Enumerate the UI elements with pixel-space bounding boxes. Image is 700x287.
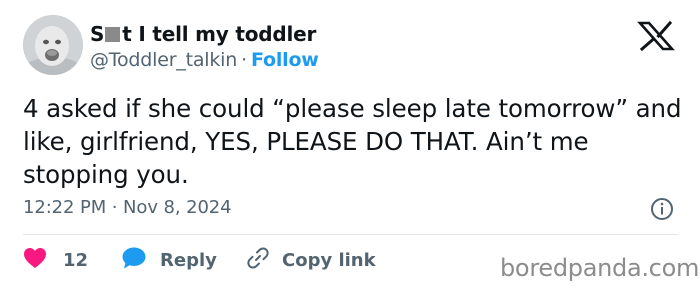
separator-dot: · <box>241 49 247 71</box>
divider <box>23 234 678 235</box>
author-name-prefix: S <box>90 22 105 46</box>
follow-button[interactable]: Follow <box>251 49 319 71</box>
info-icon[interactable] <box>650 197 674 221</box>
x-logo-icon[interactable] <box>636 20 676 52</box>
heart-icon <box>23 247 47 273</box>
copy-link-label: Copy link <box>282 249 376 271</box>
handle-row: @Toddler_talkin · Follow <box>90 49 319 71</box>
link-icon <box>246 246 270 274</box>
like-count: 12 <box>63 249 89 271</box>
reply-label: Reply <box>160 249 217 271</box>
watermark: boredpanda.com <box>500 254 700 282</box>
reply-bubble-icon <box>121 246 147 274</box>
author-name-suffix: t I tell my toddler <box>122 22 317 46</box>
author-name[interactable]: St I tell my toddler <box>90 22 316 46</box>
tweet-text: 4 asked if she could “please sleep late … <box>23 94 682 189</box>
author-handle[interactable]: @Toddler_talkin <box>90 49 237 71</box>
reply-button[interactable]: Reply <box>121 246 217 274</box>
censor-block <box>105 27 121 42</box>
tweet-timestamp[interactable]: 12:22 PM · Nov 8, 2024 <box>23 197 232 218</box>
like-button[interactable]: 12 <box>23 246 88 274</box>
avatar[interactable] <box>23 15 83 75</box>
copy-link-button[interactable]: Copy link <box>246 246 376 274</box>
